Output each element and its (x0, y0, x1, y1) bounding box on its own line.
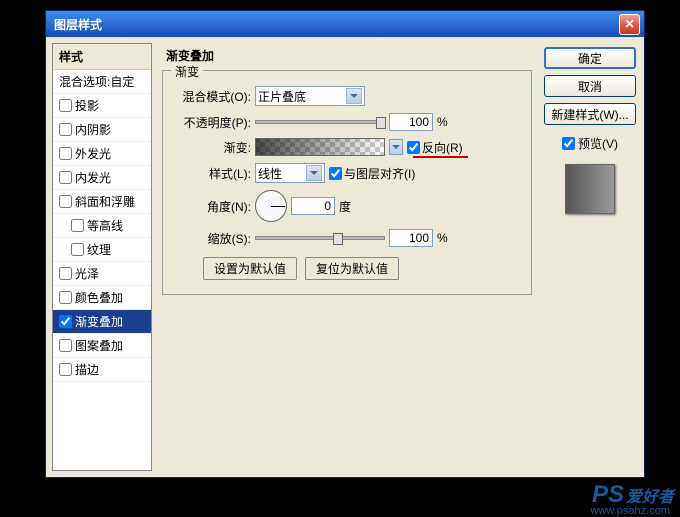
opacity-slider[interactable] (255, 120, 385, 124)
cancel-button[interactable]: 取消 (544, 75, 636, 97)
new-style-button[interactable]: 新建样式(W)... (544, 103, 636, 125)
chevron-down-icon (346, 88, 362, 104)
angle-dial[interactable] (255, 190, 287, 222)
sidebar-item-描边[interactable]: 描边 (53, 358, 151, 382)
scale-slider[interactable] (255, 236, 385, 240)
gradient-label: 渐变: (173, 139, 251, 156)
sidebar-item-渐变叠加[interactable]: 渐变叠加 (53, 310, 151, 334)
sidebar-header: 样式 (53, 44, 151, 70)
sidebar-item-纹理[interactable]: 纹理 (53, 238, 151, 262)
opacity-label: 不透明度(P): (173, 114, 251, 131)
sidebar-item-投影[interactable]: 投影 (53, 94, 151, 118)
main-panel: 渐变叠加 渐变 混合模式(O): 正片叠底 不透明度(P): % (158, 43, 536, 471)
sidebar-item-斜面和浮雕[interactable]: 斜面和浮雕 (53, 190, 151, 214)
preview-swatch (565, 164, 615, 214)
gradient-dropdown-icon[interactable] (389, 139, 403, 155)
sidebar-item-外发光[interactable]: 外发光 (53, 142, 151, 166)
sidebar-blend-options[interactable]: 混合选项:自定 (53, 70, 151, 94)
style-select[interactable]: 线性 (255, 163, 325, 183)
reverse-checkbox[interactable]: 反向(R) (407, 139, 463, 156)
sidebar-item-颜色叠加[interactable]: 颜色叠加 (53, 286, 151, 310)
ok-button[interactable]: 确定 (544, 47, 636, 69)
blend-mode-select[interactable]: 正片叠底 (255, 86, 365, 106)
style-label: 样式(L): (173, 165, 251, 182)
scale-label: 缩放(S): (173, 230, 251, 247)
sidebar-item-等高线[interactable]: 等高线 (53, 214, 151, 238)
right-column: 确定 取消 新建样式(W)... 预览(V) (542, 43, 638, 471)
dialog-title: 图层样式 (50, 16, 619, 33)
close-button[interactable]: ✕ (619, 14, 640, 35)
gradient-picker[interactable] (255, 138, 385, 156)
preview-checkbox[interactable]: 预览(V) (562, 135, 618, 152)
set-default-button[interactable]: 设置为默认值 (203, 257, 297, 280)
sidebar-item-内阴影[interactable]: 内阴影 (53, 118, 151, 142)
styles-sidebar: 样式 混合选项:自定 投影内阴影外发光内发光斜面和浮雕等高线纹理光泽颜色叠加渐变… (52, 43, 152, 471)
panel-title: 渐变叠加 (166, 47, 532, 64)
opacity-input[interactable] (389, 113, 433, 131)
gradient-fieldset: 渐变 混合模式(O): 正片叠底 不透明度(P): % 渐变: (162, 70, 532, 295)
sidebar-item-图案叠加[interactable]: 图案叠加 (53, 334, 151, 358)
scale-input[interactable] (389, 229, 433, 247)
sidebar-item-光泽[interactable]: 光泽 (53, 262, 151, 286)
angle-input[interactable] (291, 197, 335, 215)
chevron-down-icon (306, 165, 322, 181)
sidebar-item-内发光[interactable]: 内发光 (53, 166, 151, 190)
annotation-underline (413, 156, 468, 158)
layer-style-dialog: 图层样式 ✕ 样式 混合选项:自定 投影内阴影外发光内发光斜面和浮雕等高线纹理光… (45, 10, 645, 478)
fieldset-legend: 渐变 (171, 63, 203, 80)
titlebar: 图层样式 ✕ (46, 11, 644, 37)
align-checkbox[interactable]: 与图层对齐(I) (329, 165, 415, 182)
watermark-url: www.psahz.com (591, 505, 670, 517)
angle-label: 角度(N): (173, 198, 251, 215)
blend-mode-label: 混合模式(O): (173, 88, 251, 105)
reset-default-button[interactable]: 复位为默认值 (305, 257, 399, 280)
